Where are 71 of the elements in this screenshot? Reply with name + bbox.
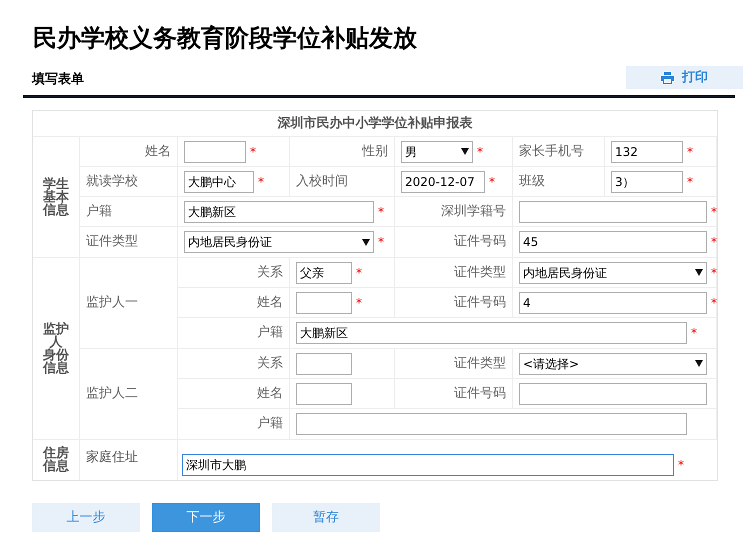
dropdown-arrow-icon [362, 238, 370, 246]
field-label: 证件类型 [454, 264, 506, 282]
select-field[interactable]: 男 [401, 140, 473, 162]
input-field[interactable] [296, 352, 352, 374]
input-field[interactable]: 3） [611, 170, 683, 192]
field-label: 深圳学籍号 [441, 202, 506, 221]
required-mark: * [710, 234, 718, 251]
field-label: 证件类型 [454, 354, 506, 373]
field-label: 户籍 [257, 415, 283, 434]
field-label: 证件号码 [454, 294, 506, 312]
section-label: 住房 信息 [43, 447, 69, 473]
section-title: 填写表单 [32, 70, 84, 88]
required-mark: * [249, 144, 257, 160]
required-mark: * [488, 174, 496, 190]
required-mark: * [377, 234, 385, 251]
field-label: 班级 [519, 172, 545, 191]
required-mark: * [686, 174, 694, 190]
page-title: 民办学校义务教育阶段学位补贴发放 [33, 23, 418, 54]
field-label: 监护人二 [86, 385, 138, 404]
input-field[interactable] [296, 382, 352, 404]
input-field[interactable]: 父亲 [296, 262, 352, 284]
required-mark: * [710, 204, 718, 220]
required-mark: * [355, 294, 363, 312]
input-field[interactable]: 大鹏中心 [184, 170, 254, 192]
field-label: 证件类型 [86, 233, 138, 252]
dropdown-arrow-icon [695, 360, 703, 367]
field-label: 入校时间 [296, 172, 348, 191]
required-mark: * [677, 457, 685, 474]
select-field[interactable]: <请选择> [519, 352, 707, 374]
input-field[interactable] [296, 292, 352, 314]
field-label: 姓名 [145, 142, 171, 161]
input-field[interactable] [184, 140, 246, 162]
form-title: 深圳市民办中小学学位补贴申报表 [278, 114, 472, 133]
field-label: 姓名 [257, 294, 283, 312]
field-label: 就读学校 [86, 172, 138, 191]
field-label: 监护人一 [86, 294, 138, 312]
printer-icon [661, 72, 674, 84]
select-field[interactable]: 内地居民身份证 [519, 262, 707, 284]
section-label: 监护 人 身份 信息 [43, 322, 69, 374]
required-mark: * [355, 264, 363, 282]
field-label: 性别 [362, 142, 388, 161]
input-field[interactable] [519, 200, 707, 222]
select-field[interactable]: 内地居民身份证 [184, 231, 374, 253]
field-label: 关系 [257, 264, 283, 282]
field-label: 证件号码 [454, 233, 506, 252]
field-label: 证件号码 [454, 384, 506, 403]
field-label: 户籍 [257, 324, 283, 342]
input-field[interactable] [519, 382, 707, 404]
required-mark: * [476, 144, 484, 160]
required-mark: * [690, 325, 698, 342]
field-label: 家庭住址 [86, 449, 138, 467]
field-label: 家长手机号 [519, 142, 584, 161]
field-label: 姓名 [257, 384, 283, 403]
required-mark: * [257, 174, 265, 190]
input-field[interactable]: 大鹏新区 [296, 322, 687, 344]
input-field[interactable]: 2020-12-07 [401, 170, 485, 192]
field-label: 户籍 [86, 202, 112, 221]
required-mark: * [710, 294, 718, 312]
dropdown-arrow-icon [461, 148, 469, 155]
input-field[interactable]: 45 [519, 231, 707, 253]
input-field[interactable]: 大鹏新区 [184, 200, 374, 222]
required-mark: * [710, 264, 718, 282]
dropdown-arrow-icon [695, 269, 703, 276]
required-mark: * [686, 144, 694, 160]
section-label: 学生 基本 信息 [43, 178, 69, 216]
field-label: 关系 [257, 354, 283, 373]
input-field[interactable] [296, 413, 687, 435]
input-field[interactable]: 132 [611, 140, 683, 162]
input-field[interactable]: 深圳市大鹏 [182, 454, 674, 476]
input-field[interactable]: 4 [519, 292, 707, 314]
required-mark: * [377, 204, 385, 220]
